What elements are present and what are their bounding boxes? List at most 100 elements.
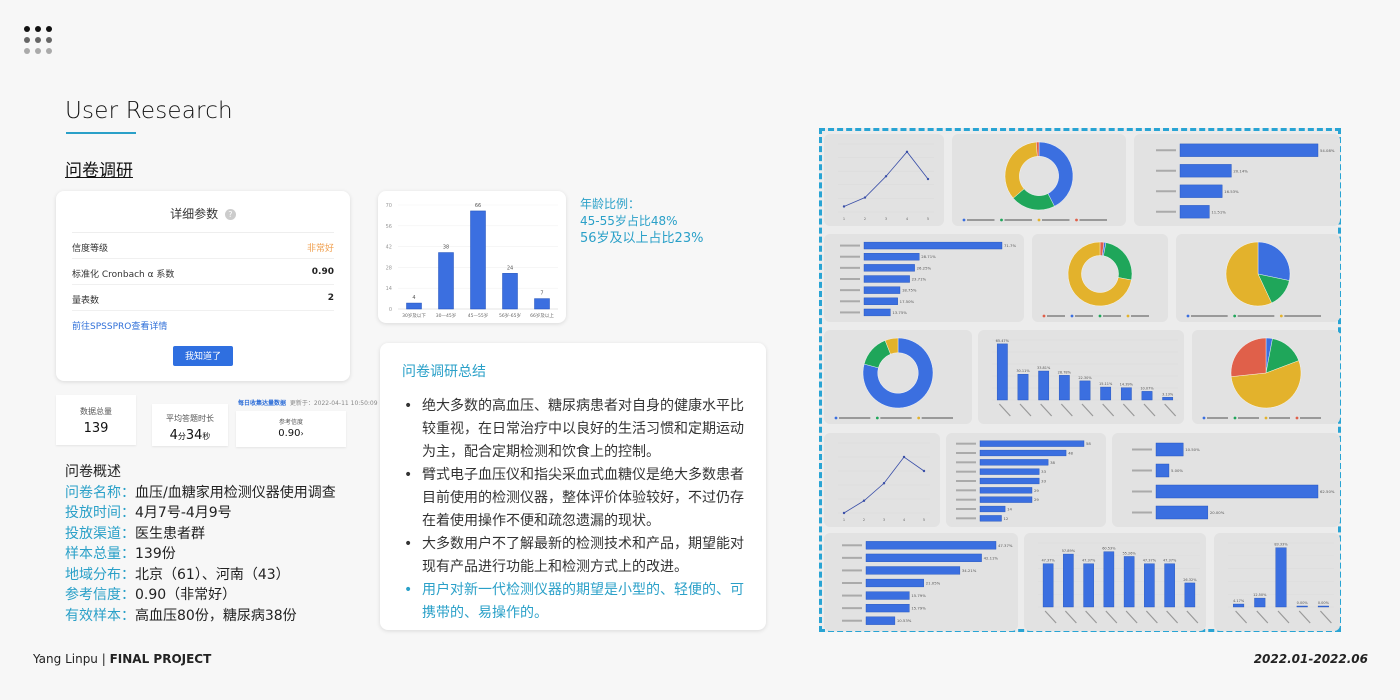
x-tick-label (1319, 610, 1332, 624)
x-tick-label (1145, 610, 1158, 624)
bar (1155, 484, 1319, 499)
thumb-panel: 1 2 3 4 5 (824, 134, 944, 226)
data-label: 28.71% (921, 254, 936, 259)
data-label: 26.32% (1183, 578, 1197, 582)
data-label: 54.08% (1320, 148, 1335, 153)
data-label: 12 (1004, 516, 1009, 521)
thumb-panel: 71.7% 28.71% 26.25% 23.71% 18.75% 17.50% 13.75… (824, 234, 1024, 322)
overview-value: 4月7号-4月9号 (135, 505, 232, 521)
bar (979, 449, 1067, 457)
bar (979, 515, 1002, 522)
thumb-hbar-chart: 71.7% 28.71% 26.25% 23.71% 18.75% 17.50% 13.75… (840, 241, 1016, 317)
bar (979, 468, 1040, 475)
data-label: 83.33% (1274, 543, 1288, 547)
bar (865, 553, 982, 562)
bar (865, 578, 924, 588)
x-tick-label: 3 (883, 518, 885, 522)
data-label: 66 (475, 203, 481, 209)
data-point (842, 205, 846, 208)
bar (1164, 563, 1175, 608)
data-label: 38 (1050, 460, 1055, 465)
x-tick-label (1044, 610, 1057, 624)
legend-marker (834, 416, 838, 420)
dot (46, 48, 52, 54)
data-label: 15.11% (1099, 382, 1113, 386)
data-label: 5.00% (1171, 468, 1183, 473)
data-label: 30.11% (1016, 369, 1030, 373)
slice (1004, 141, 1038, 199)
summary-point: 绝大多数的高血压、糖尿病患者对自身的健康水平比较重视，在日常治疗中以良好的生活习… (402, 395, 744, 464)
thumb-hbar-chart: 47.37% 42.11% 34.21% 21.05% 15.79% 15.79% 10.5… (842, 541, 1013, 625)
param-label: 标准化 Cronbach α 系数 (72, 270, 175, 280)
thumb-pie-chart (1186, 241, 1321, 318)
x-tick-label (1256, 610, 1269, 624)
data-label: 15.79% (911, 593, 926, 598)
data-label: 55.26% (1122, 551, 1136, 555)
bar (865, 591, 910, 600)
dot (24, 37, 30, 43)
y-tick-label: 28 (386, 265, 392, 271)
data-label: 47.37% (1163, 559, 1177, 563)
category-label (842, 619, 862, 622)
bar (1042, 563, 1054, 608)
help-icon[interactable]: ? (224, 209, 236, 220)
thumb-panel: 54.08% 20.14% 16.53% 11.51% (1134, 134, 1340, 226)
x-tick-label (1143, 403, 1156, 417)
thumb-donut-chart (962, 141, 1107, 222)
update-title[interactable]: 每日收集达量数据 (238, 400, 286, 407)
category-label (1156, 210, 1176, 213)
data-label: 38 (443, 245, 449, 251)
x-tick-label (1125, 610, 1138, 624)
summary-list: 绝大多数的高血压、糖尿病患者对自身的健康水平比较重视，在日常治疗中以良好的生活习… (402, 395, 744, 625)
thumb-panel: 65.47% 30.11% 33.81% 28.78% 22.30% 15.11% 14.3… (978, 330, 1184, 424)
legend-label (1269, 417, 1290, 419)
overview-key: 有效样本： (65, 607, 135, 624)
x-tick-label: 30—45岁 (436, 312, 456, 319)
bar (863, 275, 910, 283)
bar (502, 273, 518, 310)
thumb-hbar-chart: 584838333329291412 (956, 440, 1091, 522)
age-chart-svg: 0 14 28 42 56 70 4 30岁及以下 38 30—45岁 66 45—55岁 24 56岁-… (386, 203, 558, 319)
legend-label (1300, 417, 1321, 419)
bar (863, 241, 1003, 250)
category-label (840, 300, 860, 303)
spsspro-details-link[interactable]: 前往SPSSPRO查看详情 (72, 311, 334, 340)
bar (863, 253, 920, 261)
data-label: 33 (1041, 469, 1046, 474)
overview-item: 样本总量：139份 (65, 544, 336, 565)
data-label: 33.81% (1037, 366, 1051, 370)
overview-value: 高血压80份，糖尿病38份 (135, 607, 297, 624)
category-label (1156, 169, 1176, 172)
survey-overview: 问卷概述 问卷名称：血压/血糖家用检测仪器使用调查 投放时间：4月7号-4月9号… (65, 462, 336, 626)
data-label: 7 (540, 291, 543, 297)
title-underline (66, 132, 136, 134)
data-label: 23.71% (912, 277, 927, 282)
bar (1275, 547, 1287, 608)
stat-label: 平均答题时长 (166, 414, 214, 423)
got-it-button[interactable]: 我知道了 (173, 346, 233, 366)
bar (1233, 603, 1245, 608)
thumb-line-chart: 1 2 3 4 5 (838, 442, 930, 522)
legend-marker (917, 416, 921, 420)
overview-key: 投放渠道： (65, 525, 135, 542)
menu-dots-icon[interactable] (24, 26, 52, 54)
page-title: User Research (65, 98, 233, 124)
dot (35, 48, 41, 54)
data-label: 58 (1086, 441, 1091, 446)
footer-dates: 2022.01-2022.06 (1253, 652, 1368, 666)
category-label (1132, 469, 1152, 472)
overview-key: 投放时间： (65, 505, 135, 521)
dot (24, 48, 30, 54)
slice (1230, 337, 1267, 377)
x-tick-label (1102, 403, 1115, 417)
stat-value: 0.90› (236, 428, 346, 439)
legend-marker (1070, 314, 1074, 318)
bar (865, 604, 910, 613)
bar (1058, 375, 1070, 401)
bar (865, 541, 997, 550)
params-card-header: 详细参数 ? (72, 203, 334, 233)
legend-label (1131, 315, 1149, 317)
legend-label (1075, 315, 1093, 317)
data-label: 10.07% (1140, 386, 1154, 390)
stat-reference-reliability[interactable]: 参考信度 0.90› (236, 411, 346, 447)
